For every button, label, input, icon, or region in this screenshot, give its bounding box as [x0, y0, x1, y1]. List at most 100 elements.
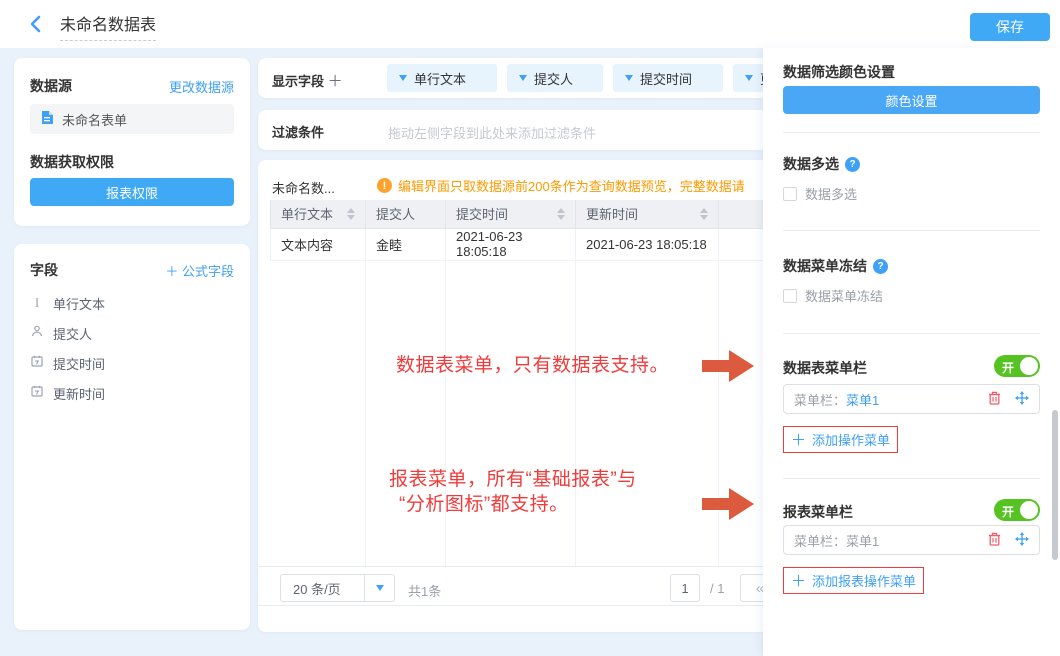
table-preview-panel: 未命名数... ! 编辑界面只取数据源前200条作为查询数据预览，完整数据请 单… — [258, 160, 768, 632]
column-header[interactable]: 更新时间 — [576, 200, 719, 228]
filter-dropzone[interactable]: 拖动左侧字段到此处来添加过滤条件 — [388, 123, 596, 142]
annotation-report-menu: 报表菜单，所有“基础报表”与 “分析图标”都支持。 — [389, 467, 637, 517]
table-menubar-toggle[interactable]: 开 — [994, 355, 1040, 377]
change-datasource-link[interactable]: 更改数据源 — [169, 77, 234, 96]
grid-line — [575, 260, 576, 566]
add-action-menu-link[interactable]: ＋添加操作菜单 — [783, 426, 898, 453]
annotation-table-menu: 数据表菜单，只有数据表支持。 — [396, 353, 669, 378]
chevron-down-icon — [625, 75, 633, 81]
page-size-select[interactable]: 20 条/页 — [280, 574, 395, 602]
display-fields-label: 显示字段 ＋ — [272, 70, 343, 91]
page-number-input[interactable] — [670, 574, 700, 602]
add-display-field-button[interactable]: ＋ — [328, 73, 343, 90]
trash-icon[interactable] — [988, 391, 1001, 408]
annotation-arrow-icon — [702, 350, 756, 382]
divider — [783, 478, 1040, 479]
filter-label: 过滤条件 — [272, 122, 324, 141]
calendar-icon — [30, 385, 44, 401]
grid-line — [718, 260, 719, 566]
column-header[interactable]: 提交时间 — [446, 200, 576, 228]
fields-title: 字段 — [30, 260, 58, 280]
menu-item[interactable]: 菜单栏：菜单1 — [783, 525, 1040, 555]
grid-line — [445, 260, 446, 566]
help-icon[interactable]: ? — [873, 259, 888, 274]
chip-submit-time[interactable]: 提交时间 — [613, 64, 723, 92]
move-icon[interactable] — [1015, 532, 1029, 549]
cell-empty — [719, 228, 769, 260]
divider — [783, 132, 1040, 133]
display-field-chips: 单行文本 提交人 提交时间 更新时间 — [387, 64, 768, 92]
pagination-bar: 20 条/页 共1条 / 1 « — [258, 566, 768, 606]
table-title: 未命名数... — [272, 178, 335, 197]
divider — [783, 230, 1040, 231]
sort-icon[interactable] — [700, 208, 708, 220]
scrollbar-thumb[interactable] — [1052, 410, 1058, 560]
total-pages: / 1 — [710, 581, 724, 596]
table-row[interactable]: 文本内容 金睦 2021-06-23 18:05:18 2021-06-23 1… — [271, 228, 769, 260]
sort-icon[interactable] — [557, 208, 565, 220]
permission-title: 数据获取权限 — [30, 152, 114, 172]
column-header-empty — [719, 200, 769, 228]
color-settings-title: 数据筛选颜色设置 — [783, 62, 1040, 82]
cell: 2021-06-23 18:05:18 — [576, 228, 719, 260]
back-icon[interactable] — [26, 14, 46, 34]
table-header-row: 单行文本 提交人 提交时间 更新时间 — [271, 200, 769, 228]
chevron-down-icon — [519, 75, 527, 81]
menu-freeze-checkbox-row[interactable]: 数据菜单冻结 — [783, 286, 1040, 305]
save-button[interactable]: 保存 — [970, 13, 1050, 41]
datasource-item[interactable]: 未命名表单 — [30, 104, 234, 134]
add-report-action-menu-link[interactable]: ＋添加报表操作菜单 — [783, 567, 924, 594]
datasource-item-label: 未命名表单 — [62, 110, 127, 129]
menu-freeze-title: 数据菜单冻结 ? — [783, 256, 1040, 276]
column-header[interactable]: 提交人 — [366, 200, 446, 228]
chip-submitter[interactable]: 提交人 — [507, 64, 603, 92]
divider — [783, 333, 1040, 334]
chevron-down-icon — [399, 75, 407, 81]
field-item-submit-time[interactable]: 提交时间 — [30, 348, 234, 378]
menu-item[interactable]: 菜单栏：菜单1 — [783, 384, 1040, 414]
total-count: 共1条 — [408, 581, 441, 600]
datasource-panel: 数据源 更改数据源 未命名表单 数据获取权限 报表权限 — [14, 58, 250, 226]
fields-panel: 字段 ＋ 公式字段 I 单行文本 提交人 提交时间 — [14, 244, 250, 630]
filter-bar: 过滤条件 拖动左侧字段到此处来添加过滤条件 — [258, 110, 768, 150]
table-menubar-title: 数据表菜单栏 开 — [783, 358, 1040, 378]
cell: 金睦 — [366, 228, 446, 260]
calendar-icon — [30, 355, 44, 371]
warning-icon: ! — [377, 178, 392, 193]
move-icon[interactable] — [1015, 391, 1029, 408]
chevron-down-icon — [745, 75, 753, 81]
settings-panel: 数据筛选颜色设置 颜色设置 数据多选 ? 数据多选 数据菜单冻结 ? 数据菜单冻… — [763, 48, 1060, 656]
field-item-text[interactable]: I 单行文本 — [30, 288, 234, 318]
user-icon — [30, 325, 44, 341]
form-file-icon — [40, 110, 54, 128]
topbar: 未命名数据表 保存 — [0, 0, 1060, 48]
trash-icon[interactable] — [988, 532, 1001, 549]
report-menubar-toggle[interactable]: 开 — [994, 499, 1040, 521]
checkbox-icon[interactable] — [783, 187, 797, 201]
sort-icon[interactable] — [347, 208, 355, 220]
chevron-down-icon — [364, 575, 394, 601]
color-settings-button[interactable]: 颜色设置 — [783, 86, 1040, 114]
report-menubar-title: 报表菜单栏 开 — [783, 502, 1040, 522]
column-header[interactable]: 单行文本 — [271, 200, 366, 228]
add-formula-field-link[interactable]: ＋ 公式字段 — [165, 261, 234, 280]
report-permission-button[interactable]: 报表权限 — [30, 178, 234, 206]
annotation-arrow-icon — [702, 488, 756, 520]
field-item-submitter[interactable]: 提交人 — [30, 318, 234, 348]
cell: 2021-06-23 18:05:18 — [446, 228, 576, 260]
field-item-update-time[interactable]: 更新时间 — [30, 378, 234, 408]
chip-text[interactable]: 单行文本 — [387, 64, 497, 92]
multi-select-checkbox-row[interactable]: 数据多选 — [783, 184, 1040, 203]
multi-select-title: 数据多选 ? — [783, 154, 1040, 174]
checkbox-icon[interactable] — [783, 289, 797, 303]
preview-warning: ! 编辑界面只取数据源前200条作为查询数据预览，完整数据请 — [377, 176, 768, 195]
grid-line — [365, 260, 366, 566]
page-title[interactable]: 未命名数据表 — [60, 11, 156, 41]
data-table: 单行文本 提交人 提交时间 更新时间 文本内容 金睦 2021-06-23 18… — [270, 200, 768, 261]
display-fields-bar: 显示字段 ＋ 单行文本 提交人 提交时间 更新时间 — [258, 58, 768, 98]
datasource-title: 数据源 — [30, 76, 72, 96]
report-designer: 未命名数据表 保存 数据源 更改数据源 未命名表单 数据获取权限 报表权限 字段… — [0, 0, 1060, 656]
help-icon[interactable]: ? — [845, 157, 860, 172]
cell: 文本内容 — [271, 228, 366, 260]
text-icon: I — [30, 295, 44, 311]
